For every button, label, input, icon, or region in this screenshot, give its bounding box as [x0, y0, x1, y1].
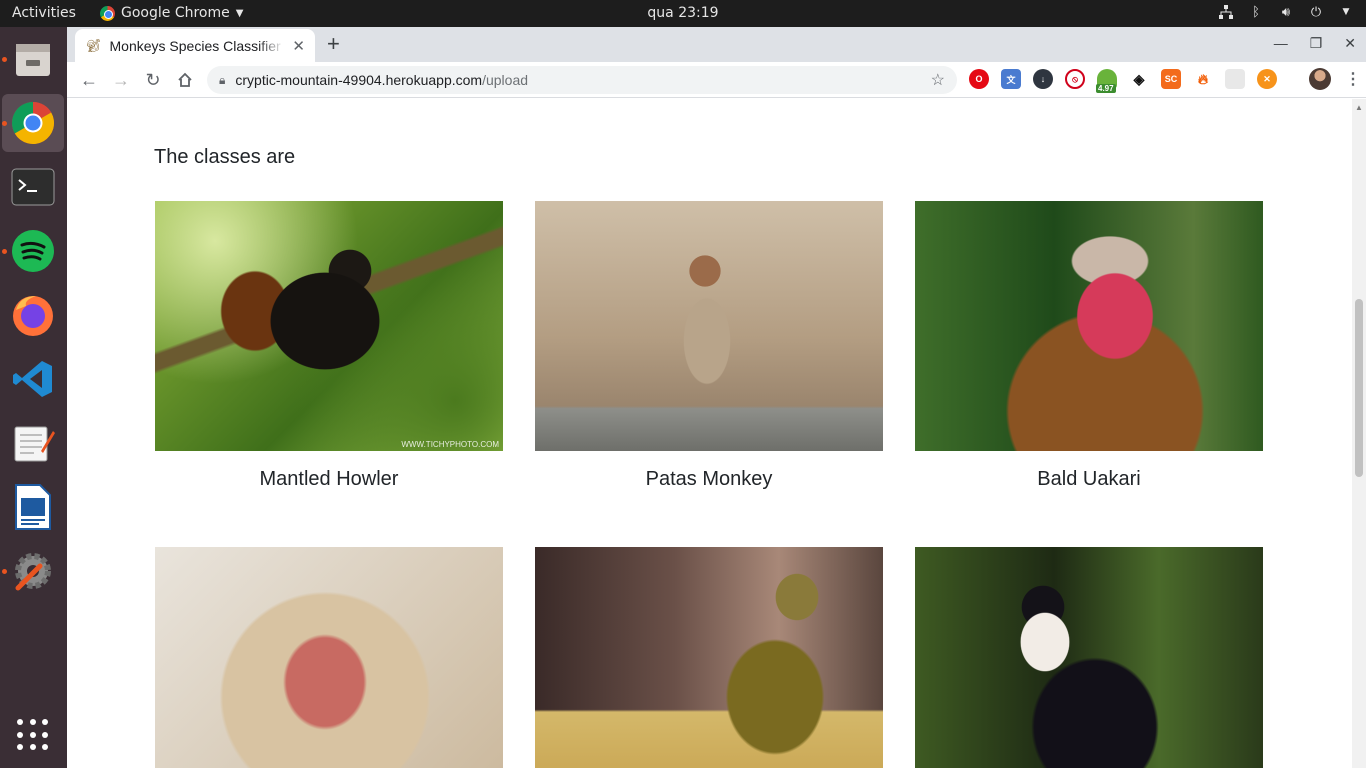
chevron-down-icon: ▼ [235, 7, 244, 19]
class-card-white-headed-capuchin [915, 547, 1263, 768]
terminal-icon [11, 168, 55, 206]
dock-google-chrome[interactable] [2, 94, 64, 152]
url-host: cryptic-mountain-49904.herokuapp.com [235, 72, 483, 88]
sc-extension-icon[interactable]: SC [1161, 69, 1181, 89]
patas-monkey-image [535, 201, 883, 451]
profile-avatar[interactable] [1309, 68, 1331, 90]
writer-icon [15, 484, 51, 530]
classes-heading: The classes are [154, 146, 296, 168]
dock-spotify[interactable] [2, 222, 64, 280]
download-extension-icon[interactable]: ↓ [1033, 69, 1053, 89]
fire-extension-icon[interactable]: 🔥︎ [1193, 69, 1213, 89]
chrome-icon [100, 5, 115, 21]
system-top-bar: Activities Google Chrome ▼ qua 23:19 ᛒ 🔊… [0, 0, 1366, 27]
image-watermark: WWW.TICHYPHOTO.COM [401, 440, 499, 449]
android-extension-icon[interactable]: 4.97 [1096, 69, 1117, 93]
diamond-extension-icon[interactable]: ◈ [1129, 69, 1149, 89]
menu-kebab-icon[interactable]: ⋮ [1343, 69, 1363, 89]
block-extension-icon[interactable]: ⦸ [1065, 69, 1085, 89]
opera-vpn-extension-icon[interactable]: O [969, 69, 989, 89]
chrome-window: 🐒︎ Monkeys Species Classifier ✕ + — ❐ ✕ … [67, 27, 1366, 768]
new-tab-button[interactable]: + [327, 33, 340, 55]
class-card-japanese-macaque [155, 547, 503, 768]
dock-libreoffice-writer[interactable] [2, 478, 64, 536]
class-card-bald-uakari: Bald Uakari [915, 201, 1263, 491]
class-card-patas-monkey: Patas Monkey [535, 201, 883, 491]
text-editor-icon [14, 426, 55, 462]
home-button[interactable] [173, 68, 197, 92]
files-icon [16, 44, 50, 76]
monkey-favicon-icon: 🐒︎ [85, 37, 102, 53]
back-button[interactable]: ← [77, 68, 101, 92]
extensions-bar: O 文 ↓ ⦸ 4.97 ◈ SC 🔥︎ ✕ ⋮ [969, 68, 1363, 93]
show-applications-button[interactable] [17, 719, 49, 751]
close-icon[interactable]: ✕ [292, 37, 305, 55]
japanese-macaque-image [155, 547, 503, 768]
blank-extension-icon[interactable] [1225, 69, 1245, 89]
url-path: /upload [482, 72, 529, 88]
bald-uakari-image [915, 201, 1263, 451]
white-headed-capuchin-image [915, 547, 1263, 768]
class-label: Patas Monkey [645, 468, 773, 490]
tab-title: Monkeys Species Classifier [109, 37, 281, 54]
class-label: Bald Uakari [1037, 468, 1141, 490]
browser-toolbar: ← → ↻ 🔒︎ cryptic-mountain-49904.herokuap… [67, 62, 1366, 98]
maximize-button[interactable]: ❐ [1310, 35, 1323, 52]
reload-button[interactable]: ↻ [141, 68, 165, 92]
running-indicator [2, 121, 7, 126]
address-bar[interactable]: 🔒︎ cryptic-mountain-49904.herokuapp.com /… [207, 66, 957, 94]
tab-active[interactable]: 🐒︎ Monkeys Species Classifier ✕ [75, 29, 315, 62]
forward-button[interactable]: → [109, 68, 133, 92]
power-icon[interactable]: ⏻ [1308, 4, 1324, 20]
separator [1289, 69, 1297, 89]
bookmark-star-icon[interactable]: ☆ [931, 70, 945, 90]
dock-firefox[interactable] [2, 286, 64, 344]
minimize-button[interactable]: — [1274, 35, 1288, 52]
dock-files[interactable] [2, 30, 64, 88]
close-window-button[interactable]: ✕ [1344, 35, 1356, 52]
settings-icon [15, 553, 51, 591]
system-tray[interactable]: ᛒ 🔊︎ ⏻ ▼ [1218, 4, 1354, 20]
spotify-icon [12, 230, 54, 272]
translate-extension-icon[interactable]: 文 [1001, 69, 1021, 89]
volume-icon[interactable]: 🔊︎ [1278, 4, 1294, 20]
vscode-icon [13, 361, 52, 397]
mantled-howler-image: WWW.TICHYPHOTO.COM [155, 201, 503, 451]
chrome-icon [11, 101, 55, 145]
scrollbar-thumb[interactable] [1355, 299, 1363, 477]
activities-button[interactable]: Activities [12, 5, 76, 21]
window-controls: — ❐ ✕ [1274, 35, 1356, 52]
app-menu-label: Google Chrome [121, 5, 230, 21]
scroll-up-arrow-icon[interactable]: ▲ [1355, 103, 1363, 112]
ubuntu-dock [0, 27, 67, 768]
running-indicator [2, 569, 7, 574]
page-content: The classes are WWW.TICHYPHOTO.COM Mantl… [67, 99, 1352, 768]
dock-terminal[interactable] [2, 158, 64, 216]
running-indicator [2, 57, 7, 62]
running-indicator [2, 249, 7, 254]
lock-icon[interactable]: 🔒︎ [219, 73, 225, 88]
app-menu[interactable]: Google Chrome ▼ [100, 5, 243, 21]
class-card-pygmy-marmoset [535, 547, 883, 768]
extension-badge: 4.97 [1096, 84, 1116, 93]
dock-text-editor[interactable] [2, 414, 64, 472]
network-icon[interactable] [1218, 4, 1234, 20]
chevron-down-icon[interactable]: ▼ [1338, 4, 1354, 20]
class-card-mantled-howler: WWW.TICHYPHOTO.COM Mantled Howler [155, 201, 503, 491]
class-label: Mantled Howler [259, 468, 399, 490]
pygmy-marmoset-image [535, 547, 883, 768]
page-scrollbar[interactable]: ▲ [1352, 99, 1366, 768]
bluetooth-icon[interactable]: ᛒ [1248, 4, 1264, 20]
crypto-extension-icon[interactable]: ✕ [1257, 69, 1277, 89]
dock-settings[interactable] [2, 542, 64, 600]
tab-strip: 🐒︎ Monkeys Species Classifier ✕ + — ❐ ✕ [67, 27, 1366, 62]
firefox-icon [13, 296, 53, 336]
dock-vscode[interactable] [2, 350, 64, 408]
